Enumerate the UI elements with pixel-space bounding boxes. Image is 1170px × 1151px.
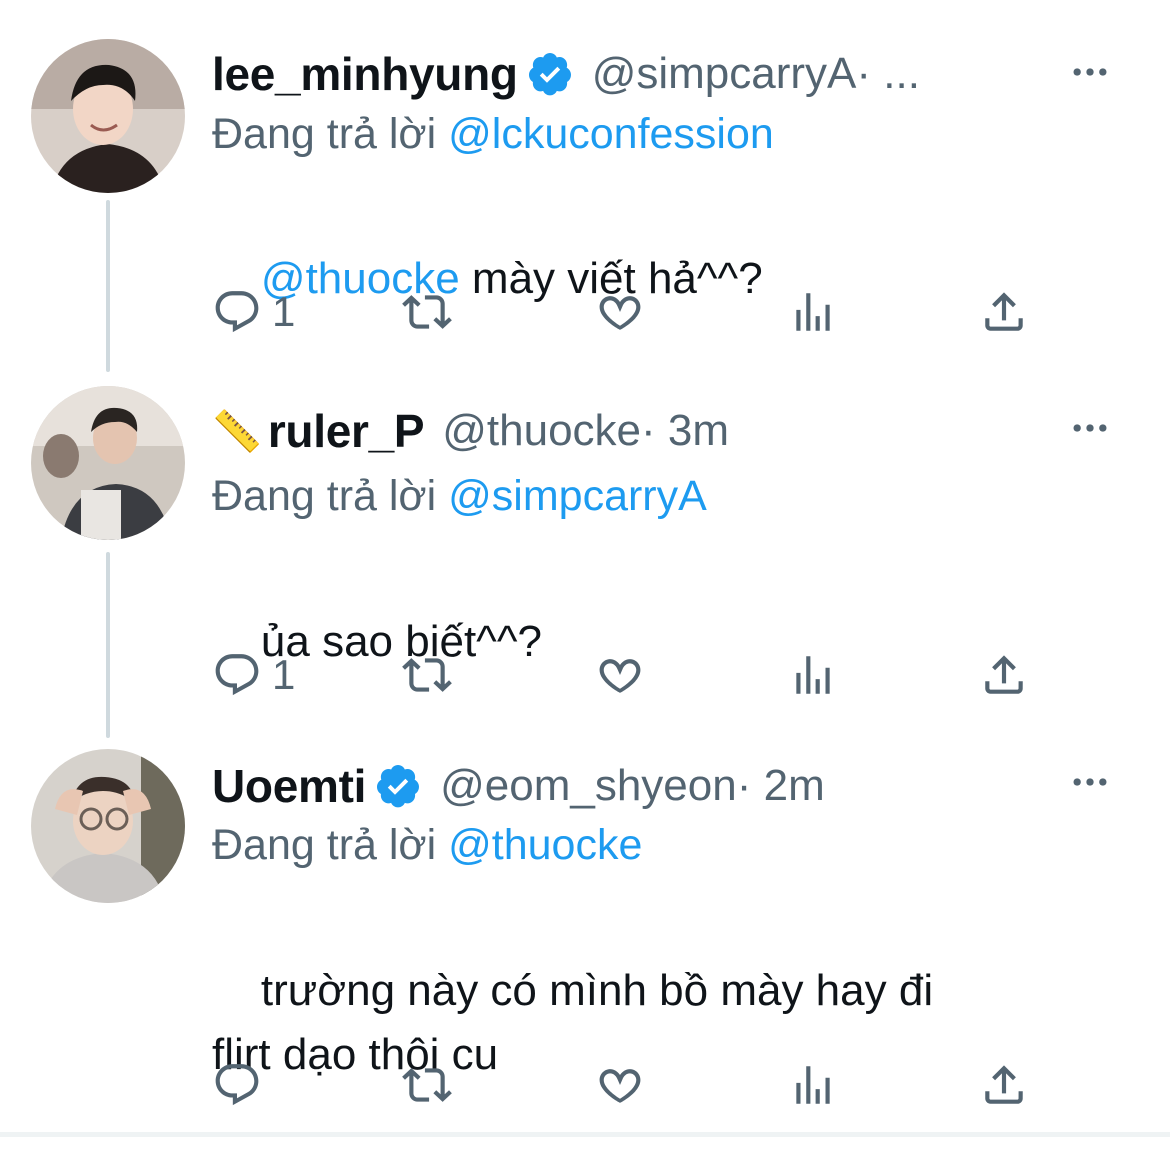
avatar[interactable] bbox=[31, 749, 185, 903]
retweet-icon bbox=[402, 1068, 452, 1102]
analytics-icon bbox=[796, 1066, 830, 1104]
verified-badge-icon bbox=[374, 762, 422, 810]
tweet[interactable]: Uoemti @eom_shyeon · 2m Đang trả lời @th… bbox=[0, 0, 1170, 1130]
like-button[interactable] bbox=[595, 1055, 645, 1115]
reply-button[interactable] bbox=[212, 1055, 272, 1115]
analytics-button[interactable] bbox=[788, 1055, 838, 1115]
tweet-actions bbox=[212, 1055, 1032, 1115]
tweet-header: Uoemti @eom_shyeon · 2m bbox=[212, 754, 825, 818]
replying-to: Đang trả lời @thuocke bbox=[212, 821, 642, 870]
more-icon[interactable] bbox=[1068, 760, 1112, 804]
like-icon bbox=[599, 1069, 641, 1103]
divider bbox=[0, 1132, 1170, 1137]
replying-to-mention[interactable]: @thuocke bbox=[448, 821, 642, 869]
share-button[interactable] bbox=[979, 1055, 1029, 1115]
replying-to-label: Đang trả lời bbox=[212, 821, 449, 869]
display-name[interactable]: Uoemti bbox=[212, 759, 366, 813]
tweet-timestamp: · 2m bbox=[736, 761, 825, 810]
share-icon bbox=[985, 1065, 1023, 1104]
retweet-button[interactable] bbox=[402, 1055, 452, 1115]
reply-icon bbox=[215, 1064, 259, 1106]
user-handle[interactable]: @eom_shyeon bbox=[440, 761, 737, 811]
